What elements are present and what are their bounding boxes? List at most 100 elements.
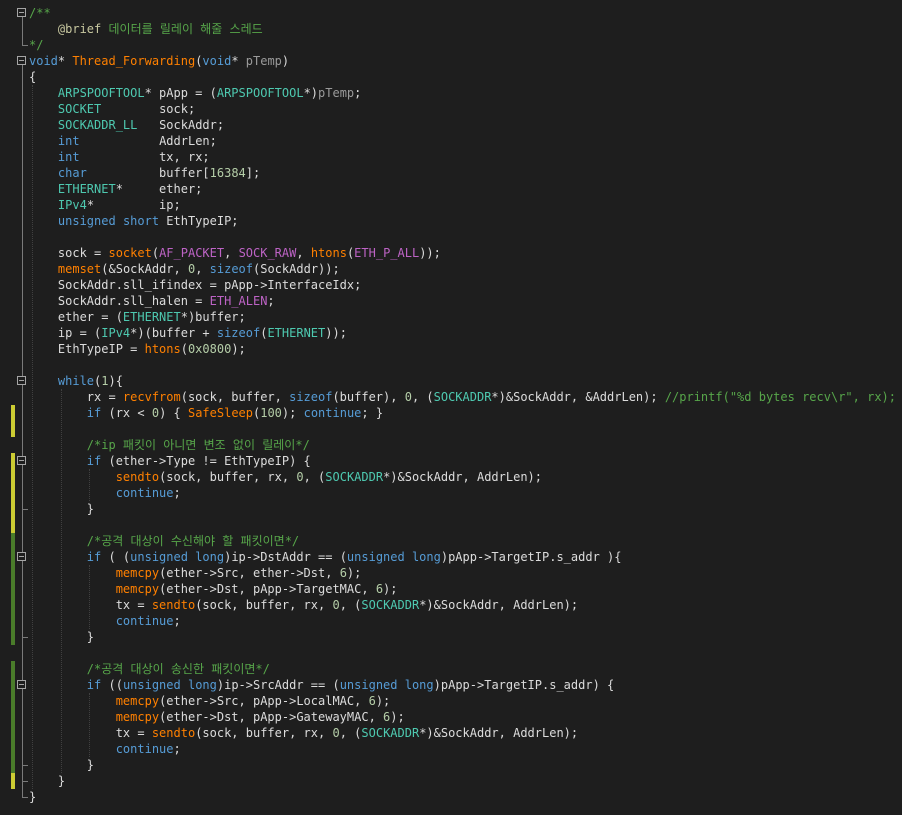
code-line[interactable]: char buffer[16384]; [0,165,902,181]
code-text: continue; [115,742,181,756]
code-text: */ [29,38,44,52]
fold-collapse-icon[interactable] [17,8,26,17]
code-editor[interactable]: /** @brief 데이터를 릴레이 해줄 스레드 */ void* Thread… [0,0,902,815]
code-text: if ( (unsigned long)ip->DstAddr == (unsi… [86,550,622,564]
code-line[interactable]: memcpy(ether->Src, ether->Dst, 6); [0,565,902,581]
code-line[interactable] [0,421,902,437]
fold-collapse-icon[interactable] [17,56,26,65]
code-text: EthTypeIP = htons(0x0800); [29,342,246,356]
code-text: SOCKADDR_LL SockAddr; [57,118,225,132]
code-text: memcpy(ether->Src, ether->Dst, 6); [115,566,362,580]
code-text: /*ip 패킷이 아니면 변조 없이 릴레이*/ [86,438,310,452]
code-text: ETHERNET* ether; [57,182,203,196]
code-text: /** [29,6,51,20]
code-line[interactable]: continue; [0,485,902,501]
code-line[interactable]: } [0,757,902,773]
code-line[interactable]: } [0,629,902,645]
code-line[interactable]: unsigned short EthTypeIP; [0,213,902,229]
code-line[interactable]: SOCKADDR_LL SockAddr; [0,117,902,133]
code-text: SockAddr.sll_halen = ETH_ALEN; [29,294,275,308]
code-text: void* Thread_Forwarding(void* pTemp) [29,54,290,68]
code-line[interactable]: if ((unsigned long)ip->SrcAddr == (unsig… [0,677,902,693]
code-line[interactable]: tx = sendto(sock, buffer, rx, 0, (SOCKAD… [0,725,902,741]
code-line[interactable]: } [0,789,902,805]
code-text: memcpy(ether->Dst, pApp->GatewayMAC, 6); [115,710,405,724]
code-line[interactable]: sendto(sock, buffer, rx, 0, (SOCKADDR*)&… [0,469,902,485]
code-line[interactable]: continue; [0,741,902,757]
code-line[interactable]: SOCKET sock; [0,101,902,117]
code-text: ether = (ETHERNET*)buffer; [29,310,246,324]
code-text: rx = recvfrom(sock, buffer, sizeof(buffe… [29,390,896,404]
code-line[interactable]: ip = (IPv4*)(buffer + sizeof(ETHERNET)); [0,325,902,341]
code-text: } [29,502,95,516]
code-line[interactable] [0,229,902,245]
code-text: SOCKET sock; [57,102,196,116]
code-line[interactable]: IPv4* ip; [0,197,902,213]
code-line[interactable]: sock = socket(AF_PACKET, SOCK_RAW, htons… [0,245,902,261]
code-line[interactable]: rx = recvfrom(sock, buffer, sizeof(buffe… [0,389,902,405]
code-line[interactable]: if ( (unsigned long)ip->DstAddr == (unsi… [0,549,902,565]
fold-collapse-icon[interactable] [17,376,26,385]
code-text: int tx, rx; [57,150,210,164]
code-text: memcpy(ether->Src, pApp->LocalMAC, 6); [115,694,391,708]
code-text: int AddrLen; [57,134,217,148]
code-line[interactable]: ETHERNET* ether; [0,181,902,197]
code-text: while(1){ [57,374,123,388]
code-text: SockAddr.sll_ifindex = pApp->InterfaceId… [29,278,362,292]
code-line[interactable]: /*공격 대상이 수신해야 할 패킷이면*/ [0,533,902,549]
code-line[interactable]: SockAddr.sll_halen = ETH_ALEN; [0,293,902,309]
code-text: sendto(sock, buffer, rx, 0, (SOCKADDR*)&… [115,470,543,484]
code-text: ip = (IPv4*)(buffer + sizeof(ETHERNET)); [29,326,347,340]
code-text: continue; [115,614,181,628]
code-text: } [29,790,37,804]
code-text: char buffer[16384]; [57,166,261,180]
code-line[interactable]: int tx, rx; [0,149,902,165]
code-line[interactable] [0,357,902,373]
code-text: unsigned short EthTypeIP; [57,214,239,228]
code-line[interactable]: } [0,773,902,789]
code-line[interactable]: continue; [0,613,902,629]
code-line[interactable]: @brief 데이터를 릴레이 해줄 스레드 [0,21,902,37]
code-text: { [29,70,37,84]
code-line[interactable]: int AddrLen; [0,133,902,149]
code-line[interactable]: ARPSPOOFTOOL* pApp = (ARPSPOOFTOOL*)pTem… [0,85,902,101]
code-line[interactable]: */ [0,37,902,53]
code-line[interactable]: void* Thread_Forwarding(void* pTemp) [0,53,902,69]
code-text: if (ether->Type != EthTypeIP) { [86,454,311,468]
code-line[interactable]: /*공격 대상이 송신한 패킷이면*/ [0,661,902,677]
code-text: memset(&SockAddr, 0, sizeof(SockAddr)); [57,262,340,276]
code-line[interactable]: tx = sendto(sock, buffer, rx, 0, (SOCKAD… [0,597,902,613]
code-line[interactable]: ether = (ETHERNET*)buffer; [0,309,902,325]
code-line[interactable]: memcpy(ether->Dst, pApp->GatewayMAC, 6); [0,709,902,725]
code-text: tx = sendto(sock, buffer, rx, 0, (SOCKAD… [29,726,579,740]
code-text: /*공격 대상이 수신해야 할 패킷이면*/ [86,534,300,548]
fold-collapse-icon[interactable] [17,456,26,465]
code-line[interactable]: /** [0,5,902,21]
code-line[interactable] [0,517,902,533]
code-text: @brief 데이터를 릴레이 해줄 스레드 [57,22,263,36]
code-line[interactable]: memcpy(ether->Dst, pApp->TargetMAC, 6); [0,581,902,597]
code-line[interactable] [0,645,902,661]
code-line[interactable]: memset(&SockAddr, 0, sizeof(SockAddr)); [0,261,902,277]
code-line[interactable]: if (rx < 0) { SafeSleep(100); continue; … [0,405,902,421]
code-line[interactable]: /*ip 패킷이 아니면 변조 없이 릴레이*/ [0,437,902,453]
code-text: } [29,630,95,644]
code-text: } [29,774,66,788]
code-text: } [29,758,95,772]
code-text: sock = socket(AF_PACKET, SOCK_RAW, htons… [29,246,441,260]
code-text: memcpy(ether->Dst, pApp->TargetMAC, 6); [115,582,398,596]
code-line[interactable]: SockAddr.sll_ifindex = pApp->InterfaceId… [0,277,902,293]
code-line[interactable]: { [0,69,902,85]
code-text: if (rx < 0) { SafeSleep(100); continue; … [86,406,384,420]
code-line[interactable]: if (ether->Type != EthTypeIP) { [0,453,902,469]
code-text: tx = sendto(sock, buffer, rx, 0, (SOCKAD… [29,598,579,612]
code-line[interactable]: } [0,501,902,517]
code-line[interactable]: memcpy(ether->Src, pApp->LocalMAC, 6); [0,693,902,709]
code-text: IPv4* ip; [57,198,181,212]
fold-collapse-icon[interactable] [17,680,26,689]
code-line[interactable]: while(1){ [0,373,902,389]
fold-collapse-icon[interactable] [17,552,26,561]
code-text: /*공격 대상이 송신한 패킷이면*/ [86,662,270,676]
code-line[interactable]: EthTypeIP = htons(0x0800); [0,341,902,357]
code-text: ARPSPOOFTOOL* pApp = (ARPSPOOFTOOL*)pTem… [57,86,362,100]
